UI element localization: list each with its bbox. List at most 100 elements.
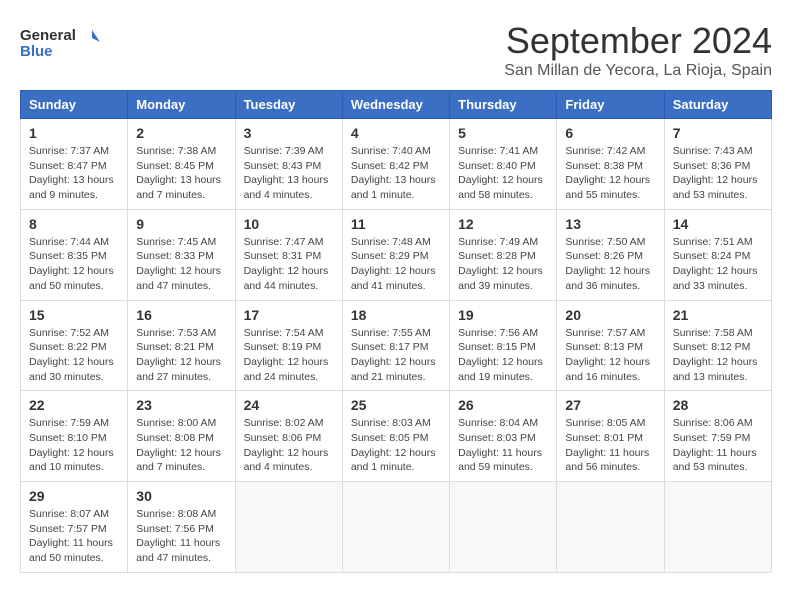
day-info: Sunrise: 7:39 AMSunset: 8:43 PMDaylight:… bbox=[244, 144, 334, 203]
day-info: Sunrise: 7:43 AMSunset: 8:36 PMDaylight:… bbox=[673, 144, 763, 203]
calendar-cell: 28Sunrise: 8:06 AMSunset: 7:59 PMDayligh… bbox=[664, 391, 771, 482]
calendar-cell: 16 Sunrise: 7:53 AMSunset: 8:21 PMDayligh… bbox=[128, 300, 235, 391]
calendar-cell: 2 Sunrise: 7:38 AMSunset: 8:45 PMDaylight… bbox=[128, 119, 235, 210]
day-number: 14 bbox=[673, 216, 763, 232]
day-info: Sunrise: 7:52 AMSunset: 8:22 PMDaylight:… bbox=[29, 326, 119, 385]
calendar-cell: 23 Sunrise: 8:00 AMSunset: 8:08 PMDayligh… bbox=[128, 391, 235, 482]
calendar-cell: 27 Sunrise: 8:05 AMSunset: 8:01 PMDayligh… bbox=[557, 391, 664, 482]
day-number: 13 bbox=[565, 216, 655, 232]
calendar-cell: 1 Sunrise: 7:37 AMSunset: 8:47 PMDaylight… bbox=[21, 119, 128, 210]
month-title: September 2024 bbox=[504, 20, 772, 62]
calendar-cell bbox=[235, 482, 342, 573]
calendar-cell: 19Sunrise: 7:56 AMSunset: 8:15 PMDayligh… bbox=[450, 300, 557, 391]
calendar-cell: 10 Sunrise: 7:47 AMSunset: 8:31 PMDayligh… bbox=[235, 209, 342, 300]
svg-text:General: General bbox=[20, 27, 76, 44]
day-number: 24 bbox=[244, 397, 334, 413]
day-info: Sunrise: 7:40 AMSunset: 8:42 PMDaylight:… bbox=[351, 144, 441, 203]
calendar-cell: 25 Sunrise: 8:03 AMSunset: 8:05 PMDayligh… bbox=[342, 391, 449, 482]
day-info: Sunrise: 8:03 AMSunset: 8:05 PMDaylight:… bbox=[351, 416, 441, 475]
day-number: 15 bbox=[29, 307, 119, 323]
day-number: 27 bbox=[565, 397, 655, 413]
day-number: 1 bbox=[29, 125, 119, 141]
day-number: 21 bbox=[673, 307, 763, 323]
day-of-week-header: Friday bbox=[557, 91, 664, 119]
calendar-cell: 14 Sunrise: 7:51 AMSunset: 8:24 PMDayligh… bbox=[664, 209, 771, 300]
calendar-cell: 12Sunrise: 7:49 AMSunset: 8:28 PMDayligh… bbox=[450, 209, 557, 300]
day-number: 28 bbox=[673, 397, 763, 413]
day-info: Sunrise: 7:55 AMSunset: 8:17 PMDaylight:… bbox=[351, 326, 441, 385]
day-number: 11 bbox=[351, 216, 441, 232]
calendar-cell: 22 Sunrise: 7:59 AMSunset: 8:10 PMDayligh… bbox=[21, 391, 128, 482]
day-info: Sunrise: 7:41 AMSunset: 8:40 PMDaylight:… bbox=[458, 144, 548, 203]
day-number: 2 bbox=[136, 125, 226, 141]
calendar-cell: 29 Sunrise: 8:07 AMSunset: 7:57 PMDayligh… bbox=[21, 482, 128, 573]
page-header: General Blue September 2024 San Millan d… bbox=[20, 20, 772, 80]
day-info: Sunrise: 8:00 AMSunset: 8:08 PMDaylight:… bbox=[136, 416, 226, 475]
day-number: 7 bbox=[673, 125, 763, 141]
calendar-table: SundayMondayTuesdayWednesdayThursdayFrid… bbox=[20, 90, 772, 573]
day-number: 22 bbox=[29, 397, 119, 413]
day-number: 17 bbox=[244, 307, 334, 323]
calendar-cell: 8Sunrise: 7:44 AMSunset: 8:35 PMDaylight… bbox=[21, 209, 128, 300]
day-info: Sunrise: 7:47 AMSunset: 8:31 PMDaylight:… bbox=[244, 235, 334, 294]
day-info: Sunrise: 8:04 AMSunset: 8:03 PMDaylight:… bbox=[458, 416, 548, 475]
day-info: Sunrise: 7:51 AMSunset: 8:24 PMDaylight:… bbox=[673, 235, 763, 294]
day-info: Sunrise: 8:02 AMSunset: 8:06 PMDaylight:… bbox=[244, 416, 334, 475]
day-info: Sunrise: 7:56 AMSunset: 8:15 PMDaylight:… bbox=[458, 326, 548, 385]
day-info: Sunrise: 8:08 AMSunset: 7:56 PMDaylight:… bbox=[136, 507, 226, 566]
day-info: Sunrise: 7:58 AMSunset: 8:12 PMDaylight:… bbox=[673, 326, 763, 385]
day-of-week-header: Thursday bbox=[450, 91, 557, 119]
calendar-cell: 11 Sunrise: 7:48 AMSunset: 8:29 PMDayligh… bbox=[342, 209, 449, 300]
calendar-cell: 15 Sunrise: 7:52 AMSunset: 8:22 PMDayligh… bbox=[21, 300, 128, 391]
day-number: 30 bbox=[136, 488, 226, 504]
calendar-cell: 21 Sunrise: 7:58 AMSunset: 8:12 PMDayligh… bbox=[664, 300, 771, 391]
day-info: Sunrise: 8:07 AMSunset: 7:57 PMDaylight:… bbox=[29, 507, 119, 566]
calendar-cell bbox=[664, 482, 771, 573]
day-number: 29 bbox=[29, 488, 119, 504]
logo-svg: General Blue bbox=[20, 20, 100, 65]
calendar-row: 22 Sunrise: 7:59 AMSunset: 8:10 PMDayligh… bbox=[21, 391, 772, 482]
calendar-cell bbox=[450, 482, 557, 573]
calendar-cell: 26 Sunrise: 8:04 AMSunset: 8:03 PMDayligh… bbox=[450, 391, 557, 482]
day-info: Sunrise: 7:53 AMSunset: 8:21 PMDaylight:… bbox=[136, 326, 226, 385]
day-info: Sunrise: 7:37 AMSunset: 8:47 PMDaylight:… bbox=[29, 144, 119, 203]
day-number: 25 bbox=[351, 397, 441, 413]
day-info: Sunrise: 7:48 AMSunset: 8:29 PMDaylight:… bbox=[351, 235, 441, 294]
day-number: 23 bbox=[136, 397, 226, 413]
location-title: San Millan de Yecora, La Rioja, Spain bbox=[504, 62, 772, 80]
day-number: 5 bbox=[458, 125, 548, 141]
day-info: Sunrise: 7:54 AMSunset: 8:19 PMDaylight:… bbox=[244, 326, 334, 385]
day-number: 4 bbox=[351, 125, 441, 141]
day-number: 16 bbox=[136, 307, 226, 323]
day-number: 9 bbox=[136, 216, 226, 232]
calendar-cell: 9Sunrise: 7:45 AMSunset: 8:33 PMDaylight… bbox=[128, 209, 235, 300]
calendar-cell: 3 Sunrise: 7:39 AMSunset: 8:43 PMDaylight… bbox=[235, 119, 342, 210]
calendar-cell: 20 Sunrise: 7:57 AMSunset: 8:13 PMDayligh… bbox=[557, 300, 664, 391]
day-of-week-header: Tuesday bbox=[235, 91, 342, 119]
calendar-cell: 6 Sunrise: 7:42 AMSunset: 8:38 PMDaylight… bbox=[557, 119, 664, 210]
day-number: 8 bbox=[29, 216, 119, 232]
day-of-week-header: Wednesday bbox=[342, 91, 449, 119]
calendar-cell: 7 Sunrise: 7:43 AMSunset: 8:36 PMDaylight… bbox=[664, 119, 771, 210]
day-number: 20 bbox=[565, 307, 655, 323]
calendar-cell: 18 Sunrise: 7:55 AMSunset: 8:17 PMDayligh… bbox=[342, 300, 449, 391]
calendar-header-row: SundayMondayTuesdayWednesdayThursdayFrid… bbox=[21, 91, 772, 119]
day-info: Sunrise: 7:59 AMSunset: 8:10 PMDaylight:… bbox=[29, 416, 119, 475]
svg-text:Blue: Blue bbox=[20, 43, 53, 60]
day-info: Sunrise: 7:38 AMSunset: 8:45 PMDaylight:… bbox=[136, 144, 226, 203]
day-number: 6 bbox=[565, 125, 655, 141]
day-number: 3 bbox=[244, 125, 334, 141]
day-info: Sunrise: 7:42 AMSunset: 8:38 PMDaylight:… bbox=[565, 144, 655, 203]
calendar-cell: 4 Sunrise: 7:40 AMSunset: 8:42 PMDaylight… bbox=[342, 119, 449, 210]
day-info: Sunrise: 7:57 AMSunset: 8:13 PMDaylight:… bbox=[565, 326, 655, 385]
day-number: 18 bbox=[351, 307, 441, 323]
day-info: Sunrise: 8:05 AMSunset: 8:01 PMDaylight:… bbox=[565, 416, 655, 475]
day-number: 26 bbox=[458, 397, 548, 413]
day-number: 10 bbox=[244, 216, 334, 232]
calendar-row: 8Sunrise: 7:44 AMSunset: 8:35 PMDaylight… bbox=[21, 209, 772, 300]
day-info: Sunrise: 7:50 AMSunset: 8:26 PMDaylight:… bbox=[565, 235, 655, 294]
calendar-cell: 24 Sunrise: 8:02 AMSunset: 8:06 PMDayligh… bbox=[235, 391, 342, 482]
calendar-row: 29 Sunrise: 8:07 AMSunset: 7:57 PMDayligh… bbox=[21, 482, 772, 573]
title-section: September 2024 San Millan de Yecora, La … bbox=[504, 20, 772, 80]
day-info: Sunrise: 7:49 AMSunset: 8:28 PMDaylight:… bbox=[458, 235, 548, 294]
